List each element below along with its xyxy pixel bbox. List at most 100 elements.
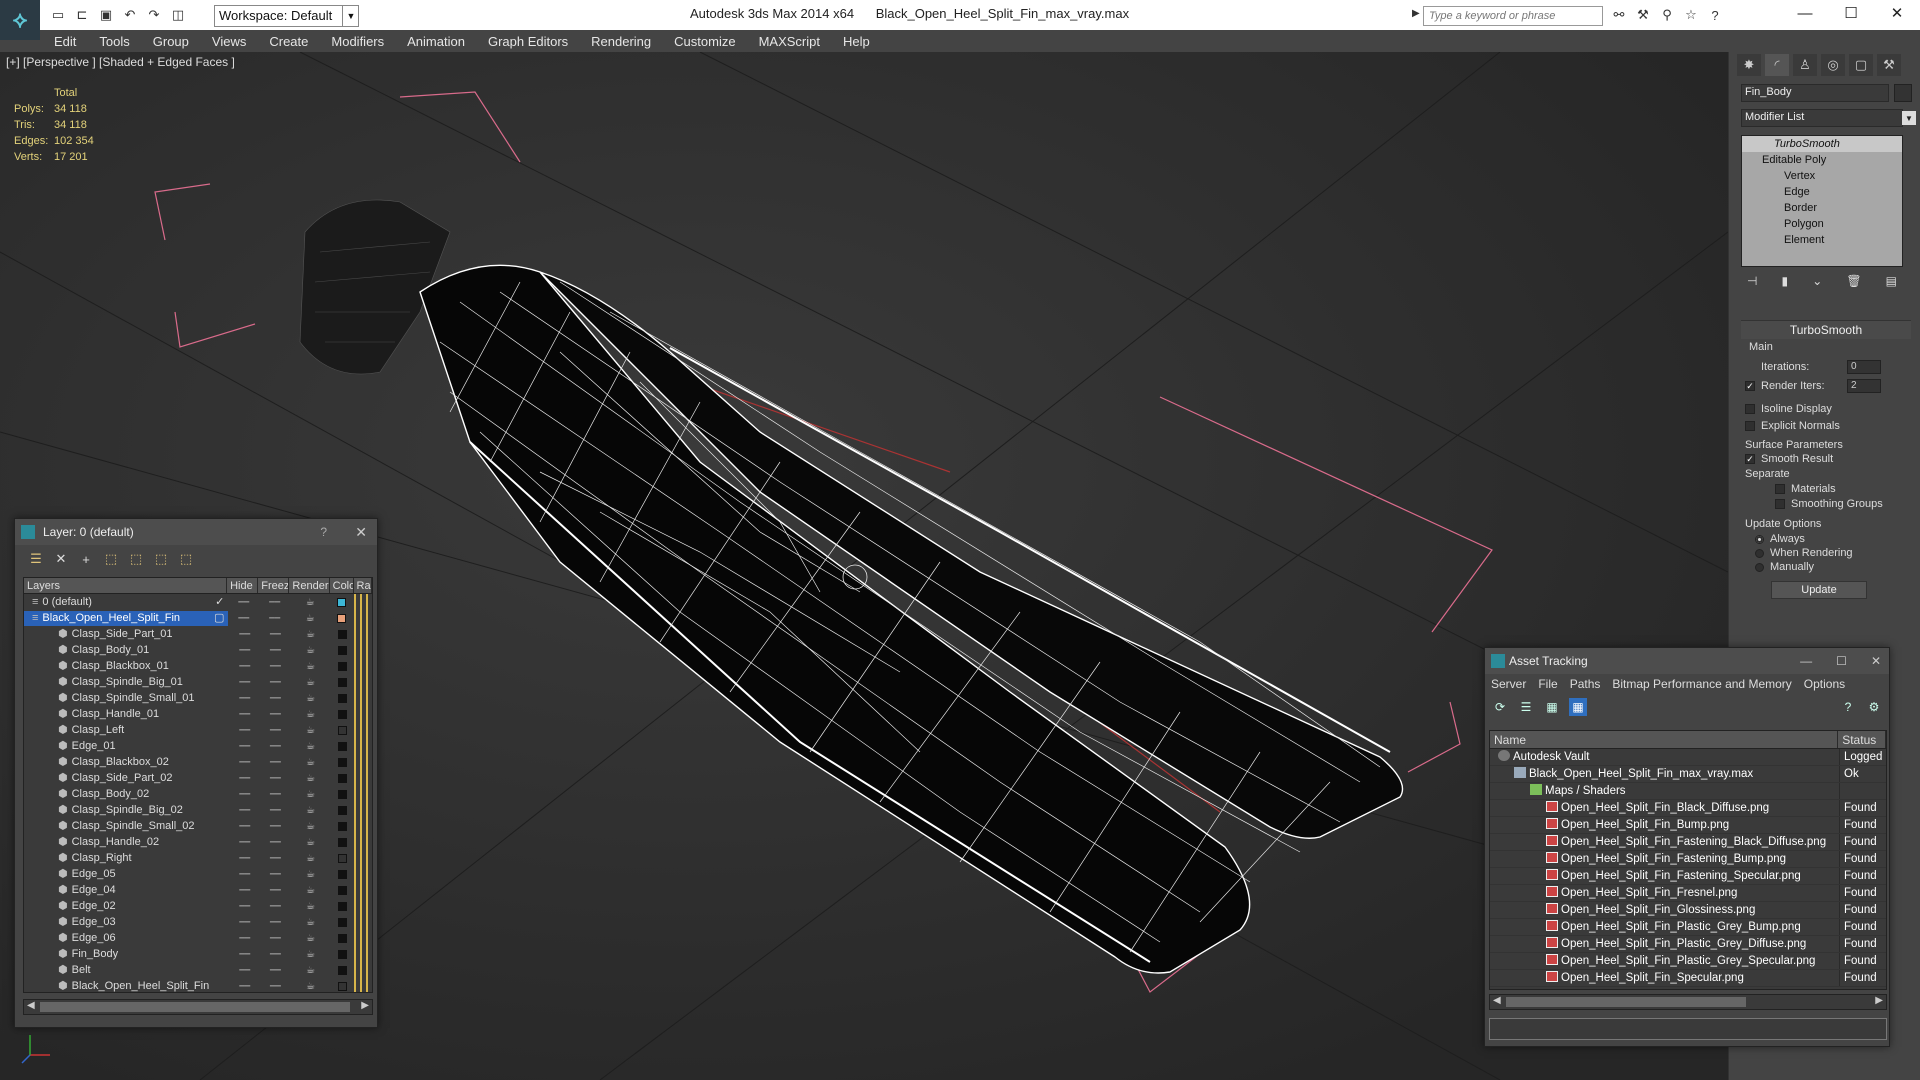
radiosity-toggle[interactable] <box>353 674 372 690</box>
scrollbar-thumb[interactable] <box>40 1002 350 1012</box>
menu-help[interactable]: Help <box>843 34 870 49</box>
close-icon[interactable]: ✕ <box>355 519 367 545</box>
layer-row[interactable]: ⬢ Edge_05 ━━ ━━ ☕ <box>24 866 372 882</box>
asset-name[interactable]: Autodesk Vault <box>1490 749 1840 765</box>
col-status[interactable]: Status <box>1838 731 1886 748</box>
render-teapot-icon[interactable]: ☕ <box>291 757 331 768</box>
radiosity-toggle[interactable] <box>353 834 372 850</box>
hide-toggle[interactable]: ━━ <box>229 821 260 832</box>
stack-sub-edge[interactable]: Edge <box>1742 184 1902 200</box>
freeze-toggle[interactable]: ━━ <box>260 965 291 976</box>
layer-row[interactable]: ⬢ Edge_04 ━━ ━━ ☕ <box>24 882 372 898</box>
open-file-icon[interactable]: ⊏ <box>72 5 92 25</box>
asset-name[interactable]: Maps / Shaders <box>1490 783 1840 799</box>
render-teapot-icon[interactable]: ☕ <box>291 773 331 784</box>
star-icon[interactable]: ☆ <box>1682 6 1700 24</box>
hierarchy-tab-icon[interactable]: ♙ <box>1793 54 1817 76</box>
layer-color-swatch[interactable] <box>330 629 353 639</box>
rollout-header[interactable]: TurboSmooth <box>1741 321 1911 339</box>
chevron-right-icon[interactable]: ▶ <box>1412 8 1420 19</box>
help-icon[interactable]: ? <box>1706 6 1724 24</box>
stack-sub-vertex[interactable]: Vertex <box>1742 168 1902 184</box>
object-color-swatch[interactable] <box>1894 84 1912 102</box>
freeze-toggle[interactable]: ━━ <box>260 725 291 736</box>
create-layer-icon[interactable]: ☰ <box>27 550 45 568</box>
hide-toggle[interactable]: ━━ <box>228 613 259 624</box>
hide-toggle[interactable]: ━━ <box>229 709 260 720</box>
isoline-checkbox[interactable] <box>1745 404 1755 414</box>
add-to-layer-icon[interactable]: + <box>77 550 95 568</box>
thumbnail-view-icon[interactable]: ▦ <box>1543 698 1561 716</box>
layer-color-swatch[interactable] <box>330 949 353 959</box>
asset-row[interactable]: Black_Open_Heel_Split_Fin_max_vray.max Ok <box>1490 766 1886 783</box>
hide-toggle[interactable]: ━━ <box>229 917 260 928</box>
asset-row[interactable]: Open_Heel_Split_Fin_Specular.png Found <box>1490 970 1886 987</box>
stack-item-editable-poly[interactable]: Editable Poly <box>1742 152 1902 168</box>
render-iters-checkbox[interactable]: ✓ <box>1745 381 1755 391</box>
hide-toggle[interactable]: ━━ <box>229 645 260 656</box>
delete-layer-icon[interactable]: ✕ <box>52 550 70 568</box>
radiosity-toggle[interactable] <box>353 818 372 834</box>
menu-customize[interactable]: Customize <box>674 34 735 49</box>
asset-name[interactable]: Open_Heel_Split_Fin_Plastic_Grey_Diffuse… <box>1490 936 1840 952</box>
layer-color-swatch[interactable] <box>330 965 353 975</box>
layer-row[interactable]: ⬢ Clasp_Right ━━ ━━ ☕ <box>24 850 372 866</box>
asset-row[interactable]: Autodesk Vault Logged <box>1490 749 1886 766</box>
asset-menu-server[interactable]: Server <box>1491 677 1526 691</box>
freeze-toggle[interactable]: ━━ <box>260 805 291 816</box>
create-tab-icon[interactable]: ✸ <box>1737 54 1761 76</box>
render-iters-spinner[interactable]: 2 <box>1847 379 1881 393</box>
always-radio[interactable] <box>1755 534 1764 544</box>
viewport-label[interactable]: [+] [Perspective ] [Shaded + Edged Faces… <box>6 55 235 69</box>
freeze-toggle[interactable]: ━━ <box>260 789 291 800</box>
hide-toggle[interactable]: ━━ <box>229 965 260 976</box>
radiosity-toggle[interactable] <box>353 690 372 706</box>
asset-row[interactable]: Open_Heel_Split_Fin_Fastening_Black_Diff… <box>1490 834 1886 851</box>
stack-sub-polygon[interactable]: Polygon <box>1742 216 1902 232</box>
render-teapot-icon[interactable]: ☕ <box>291 917 331 928</box>
render-teapot-icon[interactable]: ☕ <box>291 869 331 880</box>
menu-tools[interactable]: Tools <box>99 34 129 49</box>
asset-menu-options[interactable]: Options <box>1804 677 1845 691</box>
radiosity-toggle[interactable] <box>353 738 372 754</box>
layer-name[interactable]: ⬢ Clasp_Handle_02 <box>24 835 229 850</box>
search-input[interactable]: Type a keyword or phrase <box>1423 6 1603 26</box>
redo-icon[interactable]: ↷ <box>144 5 164 25</box>
asset-name[interactable]: Black_Open_Heel_Split_Fin_max_vray.max <box>1490 766 1840 782</box>
render-teapot-icon[interactable]: ☕ <box>291 693 331 704</box>
maximize-icon[interactable]: ☐ <box>1836 648 1847 674</box>
help-icon[interactable]: ? <box>1839 698 1857 716</box>
layer-row[interactable]: ≡ 0 (default) ✓ ━━ ━━ ☕ <box>24 594 372 610</box>
undo-icon[interactable]: ↶ <box>120 5 140 25</box>
layer-color-swatch[interactable] <box>330 645 353 655</box>
communication-icon[interactable]: ⚲ <box>1658 6 1676 24</box>
layer-color-swatch[interactable] <box>330 933 353 943</box>
menu-graph-editors[interactable]: Graph Editors <box>488 34 568 49</box>
layer-name[interactable]: ≡ Black_Open_Heel_Split_Fin ▢ <box>24 610 229 626</box>
asset-row[interactable]: Open_Heel_Split_Fin_Plastic_Grey_Bump.pn… <box>1490 919 1886 936</box>
render-teapot-icon[interactable]: ☕ <box>291 933 331 944</box>
layer-row[interactable]: ⬢ Clasp_Spindle_Small_02 ━━ ━━ ☕ <box>24 818 372 834</box>
utilities-tab-icon[interactable]: ⚒ <box>1877 54 1901 76</box>
asset-menu-file[interactable]: File <box>1538 677 1557 691</box>
hide-toggle[interactable]: ━━ <box>229 757 260 768</box>
layer-name[interactable]: ⬢ Belt <box>24 963 229 978</box>
hide-toggle[interactable]: ━━ <box>229 773 260 784</box>
menu-views[interactable]: Views <box>212 34 246 49</box>
freeze-toggle[interactable]: ━━ <box>260 885 291 896</box>
layer-name[interactable]: ⬢ Edge_06 <box>24 931 229 946</box>
scroll-left-icon[interactable]: ◀ <box>27 1000 35 1011</box>
render-teapot-icon[interactable]: ☕ <box>291 981 331 992</box>
layer-name[interactable]: ⬢ Edge_04 <box>24 883 229 898</box>
asset-row[interactable]: Open_Heel_Split_Fin_Plastic_Grey_Diffuse… <box>1490 936 1886 953</box>
layer-color-swatch[interactable] <box>330 613 354 623</box>
scroll-left-icon[interactable]: ◀ <box>1493 995 1501 1006</box>
hide-toggle[interactable]: ━━ <box>229 725 260 736</box>
current-layer-box-icon[interactable]: ▢ <box>214 611 224 626</box>
app-logo-icon[interactable]: ⟡ <box>0 0 40 40</box>
layer-color-swatch[interactable] <box>330 853 353 863</box>
layer-name[interactable]: ⬢ Clasp_Left <box>24 723 229 738</box>
layer-name[interactable]: ⬢ Edge_05 <box>24 867 229 882</box>
layer-name[interactable]: ⬢ Fin_Body <box>24 947 229 962</box>
col-freeze[interactable]: Freeze <box>258 578 290 593</box>
